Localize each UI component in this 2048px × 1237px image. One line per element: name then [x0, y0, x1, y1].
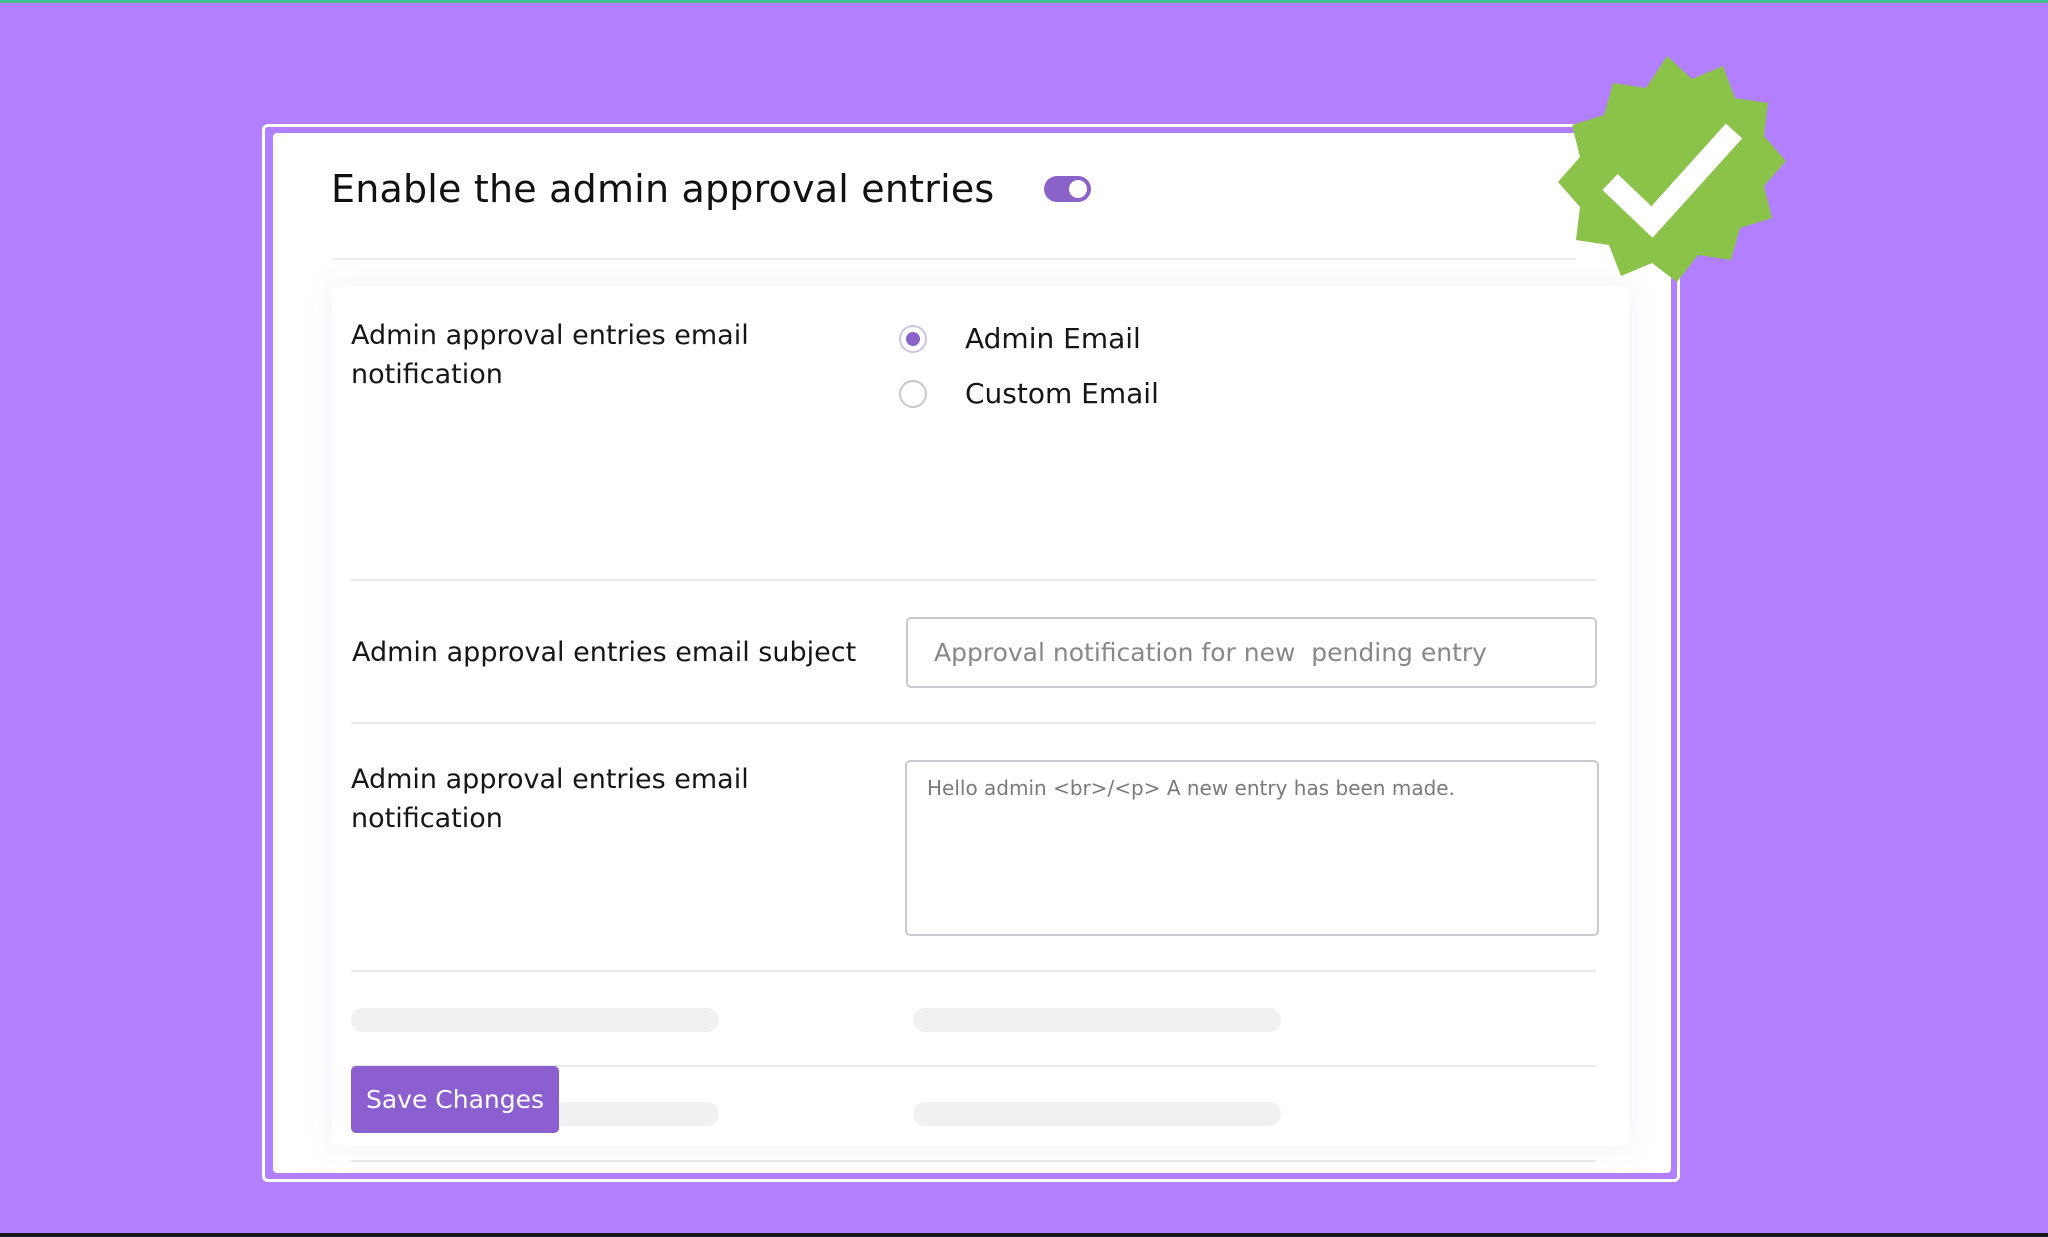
email-body-row: Admin approval entries email notificatio… — [351, 760, 1599, 936]
settings-card: Enable the admin approval entries Admin … — [273, 133, 1671, 1173]
radio-option-custom-email[interactable]: Custom Email — [899, 377, 1159, 410]
custom-email-label: Custom Email — [965, 377, 1159, 410]
settings-header: Enable the admin approval entries — [331, 167, 1092, 211]
top-accent-line — [0, 0, 2048, 3]
header-divider — [332, 258, 1576, 260]
skeleton-placeholder — [351, 1008, 719, 1032]
notification-type-row: Admin approval entries email notificatio… — [351, 316, 1596, 426]
notification-type-label: Admin approval entries email notificatio… — [351, 320, 749, 390]
verified-check-badge-icon — [1558, 56, 1786, 282]
skeleton-placeholder — [913, 1008, 1281, 1032]
row-divider — [351, 970, 1596, 972]
radio-option-admin-email[interactable]: Admin Email — [899, 322, 1141, 355]
email-body-label: Admin approval entries email notificatio… — [351, 764, 749, 834]
row-divider — [351, 579, 1596, 581]
enable-approval-toggle[interactable] — [1044, 176, 1092, 202]
row-divider — [351, 722, 1596, 724]
skeleton-placeholder — [913, 1102, 1281, 1126]
admin-email-radio[interactable] — [899, 324, 927, 353]
email-subject-label: Admin approval entries email subject — [352, 637, 857, 668]
email-subject-row: Admin approval entries email subject — [351, 617, 1597, 688]
page-title: Enable the admin approval entries — [331, 167, 995, 211]
email-body-textarea[interactable] — [905, 760, 1599, 936]
save-changes-button[interactable]: Save Changes — [351, 1066, 559, 1133]
toggle-knob — [1069, 180, 1088, 198]
settings-panel: Admin approval entries email notificatio… — [332, 286, 1629, 1162]
row-divider — [351, 1160, 1596, 1162]
admin-email-label: Admin Email — [965, 322, 1141, 355]
bottom-edge-line — [0, 1233, 2048, 1237]
custom-email-radio[interactable] — [899, 379, 927, 408]
email-subject-input[interactable] — [906, 617, 1597, 688]
